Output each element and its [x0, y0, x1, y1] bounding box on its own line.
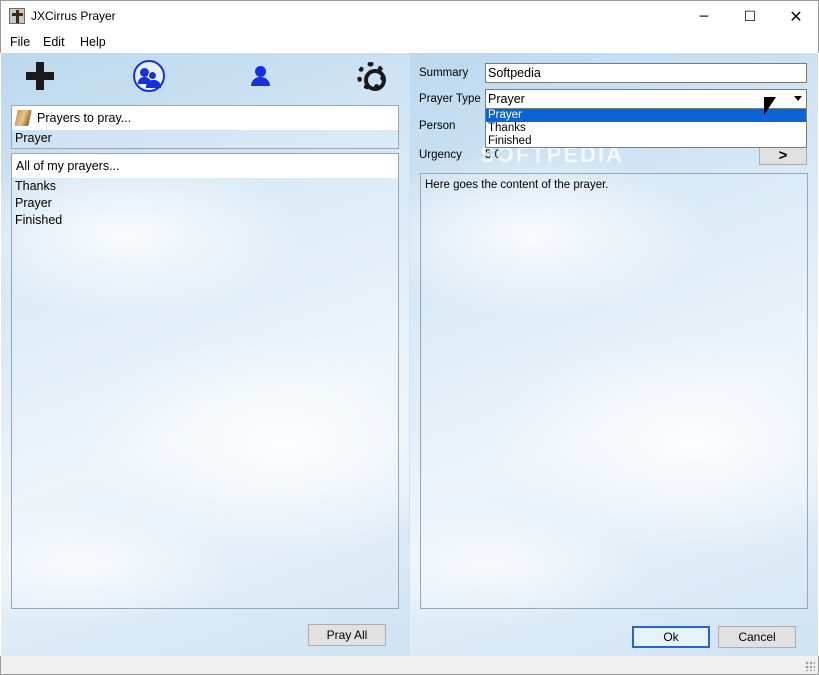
- maximize-button[interactable]: ☐: [727, 1, 773, 32]
- cancel-button[interactable]: Cancel: [718, 626, 796, 648]
- status-bar: [0, 656, 819, 675]
- urgency-label: Urgency: [419, 149, 462, 161]
- left-pane: Prayers to pray... Prayer All of my pray…: [1, 53, 409, 656]
- list-item[interactable]: Prayer: [12, 195, 398, 212]
- option-finished[interactable]: Finished: [486, 135, 806, 148]
- plus-icon: [26, 62, 54, 90]
- resize-grip-icon[interactable]: [805, 661, 815, 671]
- prayer-content-area[interactable]: Here goes the content of the prayer.: [420, 173, 808, 609]
- settings-button[interactable]: [354, 59, 388, 93]
- mouse-cursor-icon: [764, 97, 776, 115]
- prayer-content-text: Here goes the content of the prayer.: [425, 179, 609, 191]
- menu-help[interactable]: Help: [80, 35, 106, 49]
- person-icon: [249, 65, 271, 87]
- option-thanks[interactable]: Thanks: [486, 122, 806, 135]
- prayer-type-value: Prayer: [488, 92, 525, 106]
- add-prayer-button[interactable]: [23, 59, 57, 93]
- title-bar: JXCirrus Prayer ─ ☐ ✕: [0, 0, 819, 31]
- prayer-type-label: Prayer Type: [419, 93, 481, 105]
- summary-input[interactable]: Softpedia: [485, 63, 807, 83]
- window-title: JXCirrus Prayer: [31, 9, 116, 23]
- prayer-type-select[interactable]: Prayer: [485, 89, 807, 109]
- minimize-button[interactable]: ─: [681, 1, 727, 32]
- book-icon: [14, 110, 32, 126]
- summary-label: Summary: [419, 67, 469, 79]
- all-prayers-panel: All of my prayers... Thanks Prayer Finis…: [11, 153, 399, 609]
- prayers-to-pray-label: Prayers to pray...: [37, 111, 132, 125]
- list-item[interactable]: Finished: [12, 212, 398, 229]
- list-item[interactable]: Prayer: [12, 130, 398, 147]
- person-label: Person: [419, 120, 456, 132]
- groups-button[interactable]: [132, 59, 166, 93]
- app-cross-icon: [9, 8, 25, 24]
- gear-icon: [357, 62, 386, 91]
- list-item[interactable]: Thanks: [12, 178, 398, 195]
- prayers-to-pray-header[interactable]: Prayers to pray...: [12, 106, 398, 130]
- all-prayers-header[interactable]: All of my prayers...: [12, 154, 398, 178]
- menu-bar: File Edit Help: [0, 31, 819, 53]
- group-icon: [133, 60, 165, 92]
- menu-edit[interactable]: Edit: [43, 35, 65, 49]
- pray-all-button[interactable]: Pray All: [308, 624, 386, 646]
- prayers-to-pray-panel: Prayers to pray... Prayer: [11, 105, 399, 149]
- ok-button[interactable]: Ok: [632, 626, 710, 648]
- option-prayer[interactable]: Prayer: [486, 109, 806, 122]
- next-button[interactable]: >: [759, 145, 807, 165]
- prayer-type-options: Prayer Thanks Finished: [485, 108, 807, 148]
- close-button[interactable]: ✕: [773, 1, 819, 32]
- chevron-down-icon[interactable]: [794, 96, 802, 101]
- menu-file[interactable]: File: [10, 35, 30, 49]
- person-button[interactable]: [243, 59, 277, 93]
